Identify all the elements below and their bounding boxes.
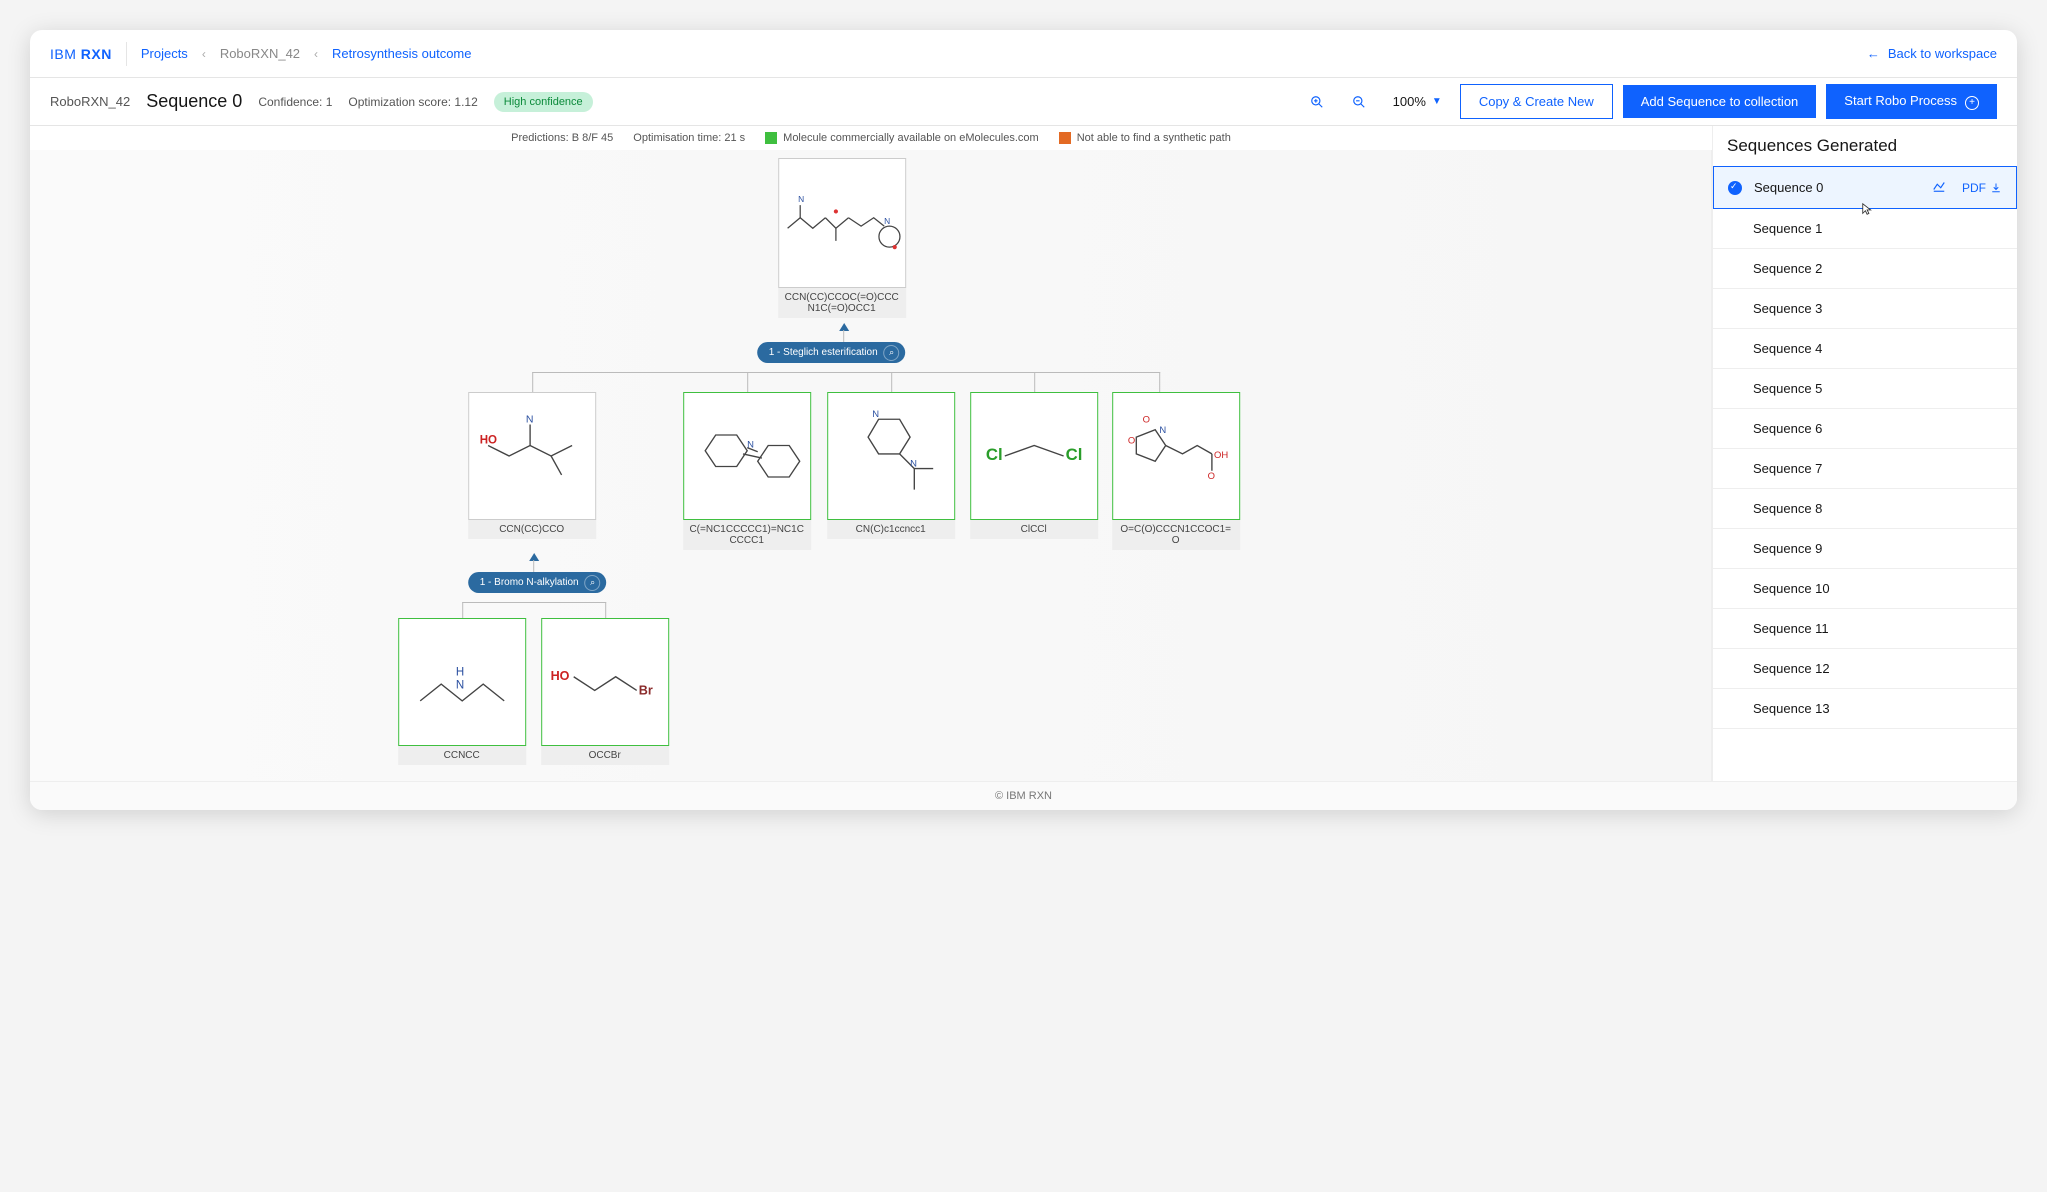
top-nav: IBM RXN Projects ‹ RoboRXN_42 ‹ Retrosyn… — [30, 30, 2017, 78]
target-molecule[interactable]: N N — [778, 158, 906, 288]
reaction-step-1[interactable]: 1 - Steglich esterification⌕ — [757, 342, 906, 363]
sequence-item[interactable]: Sequence 3 — [1713, 289, 2017, 329]
sequence-item[interactable]: Sequence 4 — [1713, 329, 2017, 369]
zoom-out-icon[interactable] — [1343, 86, 1375, 118]
molecule-card[interactable]: N — [683, 392, 811, 520]
sequence-title: Sequence 0 — [146, 91, 242, 112]
svg-text:Cl: Cl — [985, 445, 1002, 464]
chevron-down-icon: ▼ — [1432, 96, 1442, 107]
sequences-panel: Sequences Generated Sequence 0 PDF — [1712, 126, 2017, 781]
pdf-button[interactable]: PDF — [1962, 181, 2002, 195]
smiles-label: OCCBr — [541, 746, 669, 765]
sequence-item[interactable]: Sequence 5 — [1713, 369, 2017, 409]
sub-header: RoboRXN_42 Sequence 0 Confidence: 1 Opti… — [30, 78, 2017, 126]
svg-text:N: N — [1159, 425, 1166, 436]
smiles-label: O=C(O)CCCN1CCOC1=O — [1112, 520, 1240, 550]
sequence-item[interactable]: Sequence 10 — [1713, 569, 2017, 609]
smiles-label: CCN(CC)CCO — [468, 520, 596, 539]
chart-icon[interactable] — [1932, 179, 1946, 196]
svg-text:O: O — [1127, 435, 1134, 446]
cursor-icon — [1861, 202, 1875, 216]
retrosynthesis-canvas[interactable]: N N CCN(CC)CCOC(=O)CCCN1C(=O)OCC1 1 - St… — [30, 150, 1712, 781]
svg-text:H: H — [455, 667, 463, 679]
copy-create-button[interactable]: Copy & Create New — [1460, 84, 1613, 119]
svg-text:N: N — [747, 440, 754, 451]
zoom-in-icon[interactable] — [1301, 86, 1333, 118]
zoom-select[interactable]: 100% ▼ — [1385, 94, 1450, 109]
smiles-label: CCNCC — [398, 746, 526, 765]
legend-notfound: Not able to find a synthetic path — [1059, 132, 1231, 144]
smiles-label: C(=NC1CCCCC1)=NC1CCCCC1 — [683, 520, 811, 550]
footer: © IBM RXN — [30, 781, 2017, 810]
search-icon: ⌕ — [585, 575, 601, 591]
sequence-item[interactable]: Sequence 9 — [1713, 529, 2017, 569]
svg-text:HO: HO — [479, 434, 496, 446]
confidence-badge: High confidence — [494, 92, 593, 112]
target-smiles: CCN(CC)CCOC(=O)CCCN1C(=O)OCC1 — [778, 288, 906, 318]
add-sequence-button[interactable]: Add Sequence to collection — [1623, 85, 1817, 118]
search-icon: ⌕ — [884, 345, 900, 361]
reaction-step-2[interactable]: 1 - Bromo N-alkylation⌕ — [468, 572, 607, 593]
sequence-item[interactable]: Sequence 6 — [1713, 409, 2017, 449]
back-to-workspace-link[interactable]: ← Back to workspace — [1867, 46, 1997, 61]
sequence-item[interactable]: Sequence 7 — [1713, 449, 2017, 489]
smiles-label: ClCCl — [970, 520, 1098, 539]
sequence-item[interactable]: Sequence 13 — [1713, 689, 2017, 729]
molecule-card[interactable]: HO N — [468, 392, 596, 520]
arrow-left-icon: ← — [1867, 46, 1880, 61]
start-robo-button[interactable]: Start Robo Process+ — [1826, 84, 1997, 119]
opt-time-stat: Optimisation time: 21 s — [633, 132, 745, 144]
confidence-label: Confidence: 1 — [258, 95, 332, 109]
download-icon — [1990, 182, 2002, 194]
molecule-card[interactable]: HO Br — [541, 618, 669, 746]
chevron-left-icon: ‹ — [314, 47, 318, 61]
molecule-card[interactable]: NN — [827, 392, 955, 520]
legend-bar: Predictions: B 8/F 45 Optimisation time:… — [30, 126, 1712, 150]
project-name: RoboRXN_42 — [50, 94, 130, 109]
svg-text:N: N — [455, 679, 463, 691]
sequence-item[interactable]: Sequence 12 — [1713, 649, 2017, 689]
svg-text:N: N — [884, 216, 890, 226]
chevron-left-icon: ‹ — [202, 47, 206, 61]
svg-text:O: O — [1207, 471, 1214, 482]
svg-text:N: N — [872, 409, 879, 420]
molecule-card[interactable]: Cl Cl — [970, 392, 1098, 520]
sequence-item[interactable]: Sequence 2 — [1713, 249, 2017, 289]
predictions-stat: Predictions: B 8/F 45 — [511, 132, 613, 144]
svg-text:Br: Br — [638, 684, 652, 698]
plus-icon: + — [1965, 96, 1979, 110]
svg-text:OH: OH — [1214, 450, 1228, 461]
logo: IBM RXN — [50, 46, 112, 62]
svg-text:HO: HO — [550, 669, 569, 683]
optimization-score-label: Optimization score: 1.12 — [348, 95, 477, 109]
app-window: IBM RXN Projects ‹ RoboRXN_42 ‹ Retrosyn… — [30, 30, 2017, 810]
breadcrumb-projects[interactable]: Projects — [141, 46, 188, 61]
sequence-item-0[interactable]: Sequence 0 PDF — [1713, 166, 2017, 209]
svg-text:O: O — [1142, 414, 1149, 425]
sequence-list[interactable]: Sequence 0 PDF Sequence 1 Sequence 2 S — [1713, 166, 2017, 781]
breadcrumb-current: Retrosynthesis outcome — [332, 46, 471, 61]
breadcrumb-project[interactable]: RoboRXN_42 — [220, 46, 300, 61]
sequence-item[interactable]: Sequence 8 — [1713, 489, 2017, 529]
svg-text:N: N — [525, 413, 533, 425]
svg-text:N: N — [910, 459, 917, 470]
svg-text:Cl: Cl — [1065, 445, 1082, 464]
smiles-label: CN(C)c1ccncc1 — [827, 520, 955, 539]
sequence-item[interactable]: Sequence 11 — [1713, 609, 2017, 649]
sequences-title: Sequences Generated — [1713, 126, 2017, 166]
svg-text:N: N — [798, 194, 804, 204]
molecule-card[interactable]: HN — [398, 618, 526, 746]
legend-available: Molecule commercially available on eMole… — [765, 132, 1039, 144]
molecule-card[interactable]: OONOHO — [1112, 392, 1240, 520]
check-icon — [1728, 181, 1742, 195]
